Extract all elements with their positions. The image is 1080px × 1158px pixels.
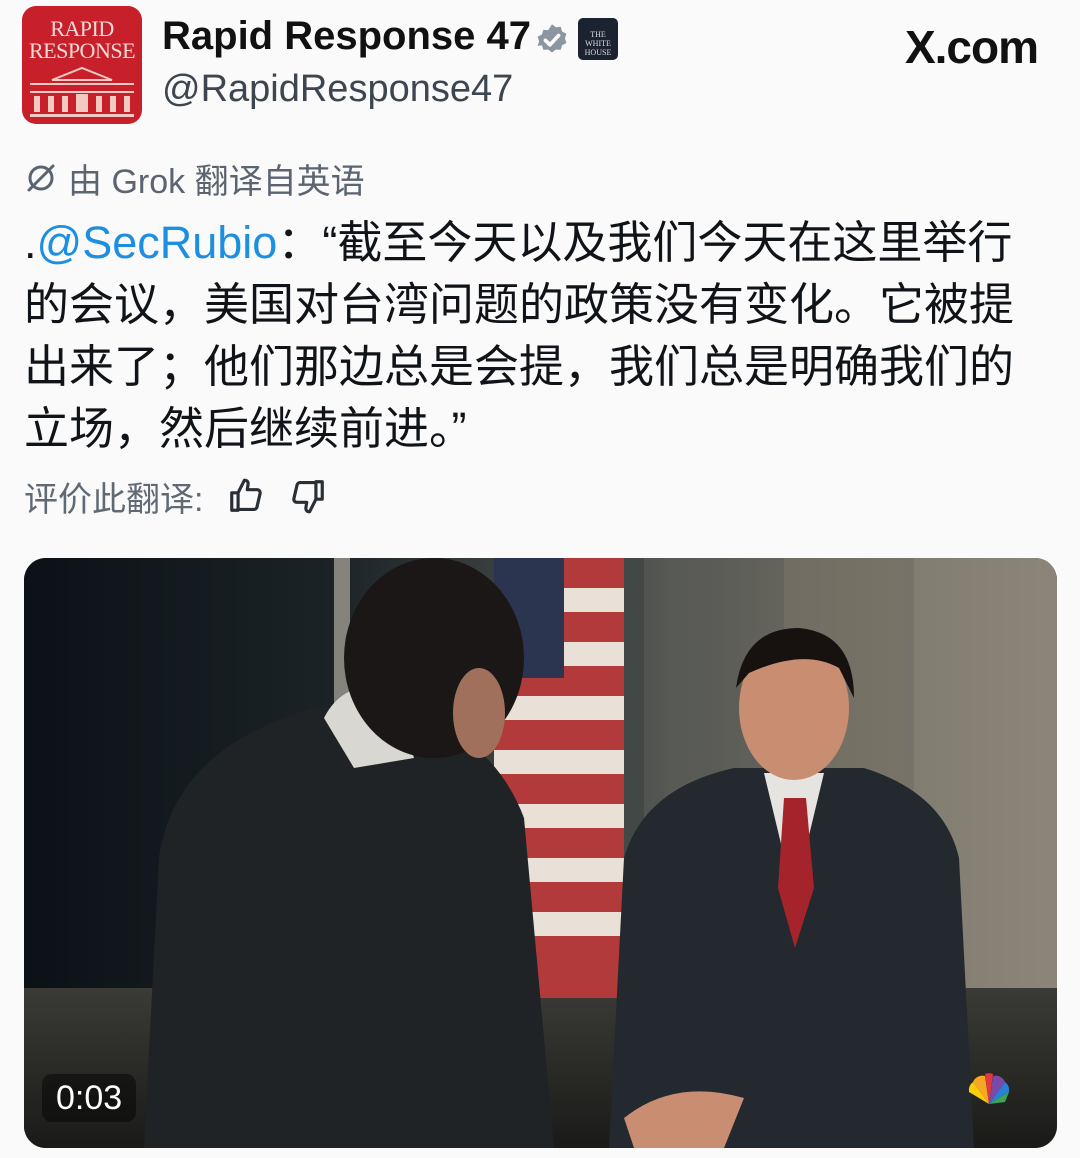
mention-prefix: . [24, 217, 37, 268]
rate-translation: 评价此翻译: [24, 472, 327, 520]
avatar[interactable]: RAPID RESPONSE [22, 6, 142, 124]
video-player[interactable]: 0:03 [24, 558, 1057, 1148]
white-house-affiliation-badge[interactable]: THE WHITE HOUSE [578, 18, 618, 60]
thumbs-down-icon [292, 480, 325, 514]
rate-translation-label: 评价此翻译: [24, 480, 204, 519]
tweet-screenshot: RAPID RESPONSE Rapid Response 47 THE WHI… [0, 0, 1080, 1158]
mention-link[interactable]: @SecRubio [37, 217, 278, 268]
thumbs-down-button[interactable] [289, 477, 327, 515]
grok-icon [27, 164, 55, 192]
video-timestamp: 0:03 [42, 1074, 137, 1122]
display-name[interactable]: Rapid Response 47 [162, 14, 531, 59]
translation-note: 由 Grok 翻译自英语 [24, 158, 365, 201]
thumbs-up-icon [230, 478, 263, 512]
user-handle[interactable]: @RapidResponse47 [162, 68, 513, 111]
site-label: X.com [904, 21, 1039, 73]
thumbs-up-button[interactable] [227, 477, 265, 515]
translation-note-text: 由 Grok 翻译自英语 [68, 162, 365, 201]
white-house-icon [30, 66, 134, 117]
network-logo-icon [968, 1073, 1010, 1104]
video-frame-image [24, 558, 1057, 1148]
tweet-text: .@SecRubio：“截至今天以及我们今天在这里举行的会议，美国对台湾问题的政… [24, 212, 1034, 460]
verified-badge-icon [537, 24, 567, 53]
